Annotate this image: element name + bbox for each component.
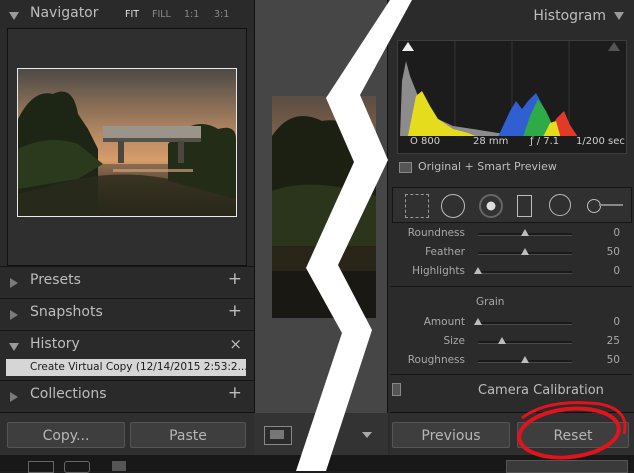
- collapse-triangle-icon: [9, 12, 19, 20]
- grain-slider-value[interactable]: 0: [613, 316, 620, 328]
- highlight-clipping-icon[interactable]: [608, 42, 620, 51]
- vignette-slider-thumb[interactable]: [474, 267, 482, 274]
- nav-option-1-1[interactable]: 1:1: [184, 9, 199, 20]
- landscape-photo: [18, 69, 236, 216]
- grain-slider-row: Roughness 50: [392, 352, 628, 370]
- grain-slider-track[interactable]: [478, 322, 572, 325]
- grain-slider-thumb[interactable]: [497, 337, 506, 344]
- filter-dropdown[interactable]: [506, 460, 628, 473]
- nav-option-fit[interactable]: FIT: [125, 9, 139, 20]
- focal-length-readout: 28 mm: [473, 136, 509, 147]
- collapse-triangle-icon[interactable]: [614, 12, 624, 20]
- tool-strip: [392, 187, 632, 223]
- expand-triangle-icon: [10, 278, 18, 288]
- camera-calibration-header[interactable]: Camera Calibration: [478, 383, 604, 398]
- grain-slider-row: Size 25: [392, 333, 628, 351]
- filmstrip-icon[interactable]: [112, 461, 126, 471]
- grain-slider-track[interactable]: [478, 341, 572, 344]
- grid-view-icon[interactable]: [28, 461, 54, 473]
- vignette-slider-row: Feather 50: [392, 244, 628, 262]
- vignette-slider-value[interactable]: 0: [613, 227, 620, 239]
- brush-head: [587, 199, 601, 213]
- landscape-photo-crop: [272, 96, 376, 318]
- preview-status-icon: [399, 162, 412, 173]
- graduated-filter-icon[interactable]: [517, 195, 532, 217]
- history-header[interactable]: History ×: [0, 330, 254, 361]
- collapse-triangle-icon: [9, 343, 19, 351]
- collections-label: Collections: [30, 386, 107, 402]
- paste-button[interactable]: Paste: [130, 422, 246, 448]
- vignette-slider-track[interactable]: [478, 271, 572, 274]
- snapshots-header[interactable]: Snapshots +: [0, 298, 254, 329]
- divider: [390, 374, 632, 375]
- grain-slider-label: Amount: [423, 316, 465, 328]
- add-snapshot-icon[interactable]: +: [228, 301, 242, 321]
- shutter-readout: 1/200 sec: [576, 136, 625, 147]
- add-preset-icon[interactable]: +: [228, 269, 242, 289]
- aperture-readout: ƒ / 7.1: [530, 136, 560, 147]
- copy-button[interactable]: Copy...: [7, 422, 125, 448]
- adjustment-brush-icon[interactable]: [587, 199, 627, 213]
- histogram-title: Histogram: [533, 8, 606, 24]
- vignette-slider-label: Feather: [425, 246, 465, 258]
- expand-triangle-icon: [10, 392, 18, 402]
- vignette-slider-value[interactable]: 50: [607, 246, 620, 258]
- brush-handle: [599, 204, 623, 206]
- reset-button[interactable]: Reset: [517, 422, 629, 448]
- grain-slider-thumb[interactable]: [474, 318, 482, 325]
- vignette-slider-thumb[interactable]: [521, 248, 529, 255]
- nav-option-3-1[interactable]: 3:1: [214, 9, 229, 20]
- presets-label: Presets: [30, 272, 81, 288]
- preview-status-label: Original + Smart Preview: [418, 160, 557, 173]
- red-eye-icon[interactable]: [479, 194, 503, 218]
- vignette-slider-thumb[interactable]: [521, 229, 529, 236]
- view-square: [270, 430, 284, 439]
- shadow-clipping-icon[interactable]: [402, 42, 414, 51]
- history-label: History: [30, 336, 80, 352]
- navigator-header[interactable]: Navigator FIT FILL 1:1 3:1: [0, 0, 254, 30]
- chevron-down-icon[interactable]: [362, 432, 372, 438]
- grain-slider-row: Amount 0: [392, 314, 628, 332]
- nav-option-fill[interactable]: FILL: [152, 9, 171, 20]
- grain-slider-label: Size: [443, 335, 465, 347]
- navigator-title: Navigator: [30, 5, 99, 21]
- vignette-slider-label: Roundness: [407, 227, 465, 239]
- grain-slider-value[interactable]: 50: [607, 354, 620, 366]
- loupe-view-icon[interactable]: [264, 426, 292, 445]
- snapshots-label: Snapshots: [30, 304, 103, 320]
- crop-tool-icon[interactable]: [405, 194, 429, 218]
- main-photo[interactable]: [272, 96, 376, 318]
- grain-slider-thumb[interactable]: [521, 356, 529, 363]
- expand-triangle-icon: [10, 310, 18, 320]
- compare-view-icon[interactable]: [64, 461, 90, 473]
- grain-slider-label: Roughness: [407, 354, 465, 366]
- add-collection-icon[interactable]: +: [228, 383, 242, 403]
- history-entry[interactable]: Create Virtual Copy (12/14/2015 2:53:2..…: [6, 359, 246, 376]
- vignette-slider-value[interactable]: 0: [613, 265, 620, 277]
- divider: [390, 286, 632, 287]
- spot-removal-icon[interactable]: [441, 194, 465, 218]
- presets-header[interactable]: Presets +: [0, 266, 254, 297]
- center-toolbar: [254, 413, 388, 455]
- radial-filter-icon[interactable]: [549, 194, 571, 216]
- grain-title: Grain: [476, 296, 505, 308]
- previous-button[interactable]: Previous: [392, 422, 510, 448]
- vignette-slider-row: Roundness 0: [392, 225, 628, 243]
- panel-toggle-icon[interactable]: [392, 383, 401, 396]
- collections-header[interactable]: Collections +: [0, 380, 254, 411]
- iso-readout: O 800: [410, 136, 441, 147]
- navigator-thumbnail[interactable]: [17, 68, 237, 217]
- vignette-slider-row: Highlights 0: [392, 263, 628, 281]
- clear-history-icon[interactable]: ×: [229, 335, 242, 353]
- grain-slider-value[interactable]: 25: [607, 335, 620, 347]
- vignette-slider-label: Highlights: [412, 265, 465, 277]
- filmstrip-bar: [0, 455, 634, 473]
